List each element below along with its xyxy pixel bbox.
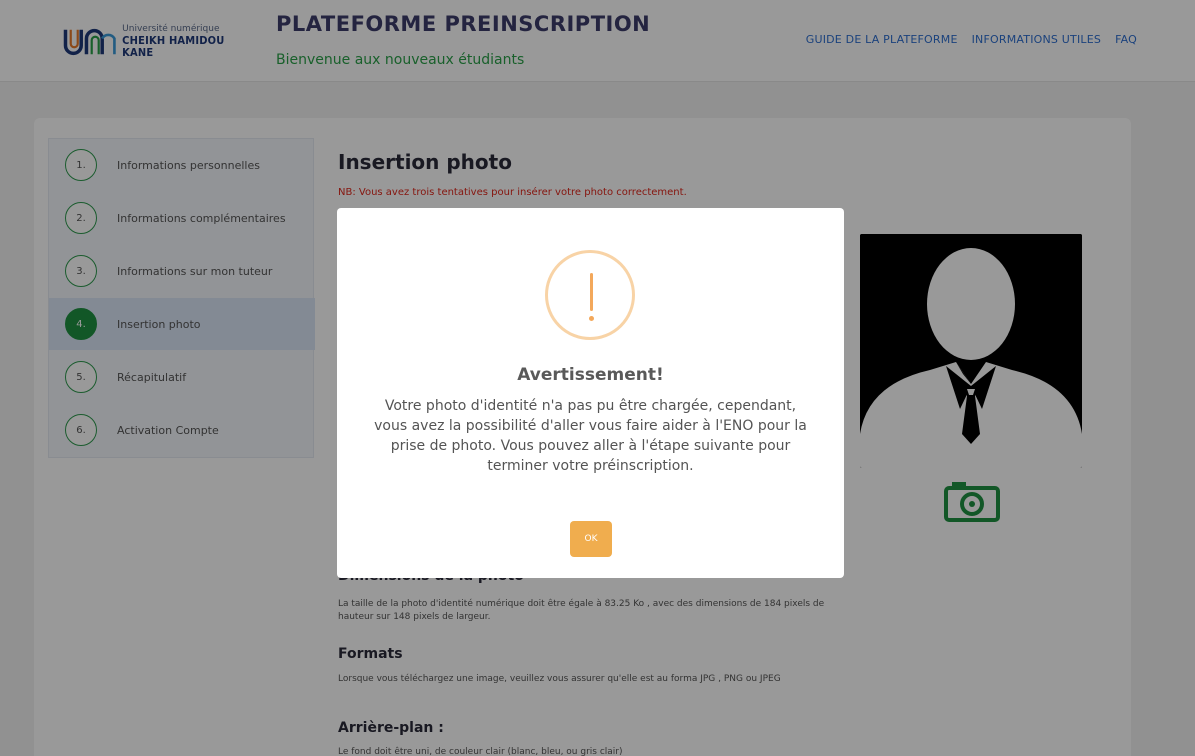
warning-dialog: Avertissement! Votre photo d'identité n'… bbox=[337, 208, 844, 578]
dialog-message: Votre photo d'identité n'a pas pu être c… bbox=[374, 398, 807, 474]
exclamation-icon bbox=[545, 250, 635, 340]
ok-button[interactable]: OK bbox=[570, 521, 612, 557]
dialog-title: Avertissement! bbox=[517, 365, 664, 385]
